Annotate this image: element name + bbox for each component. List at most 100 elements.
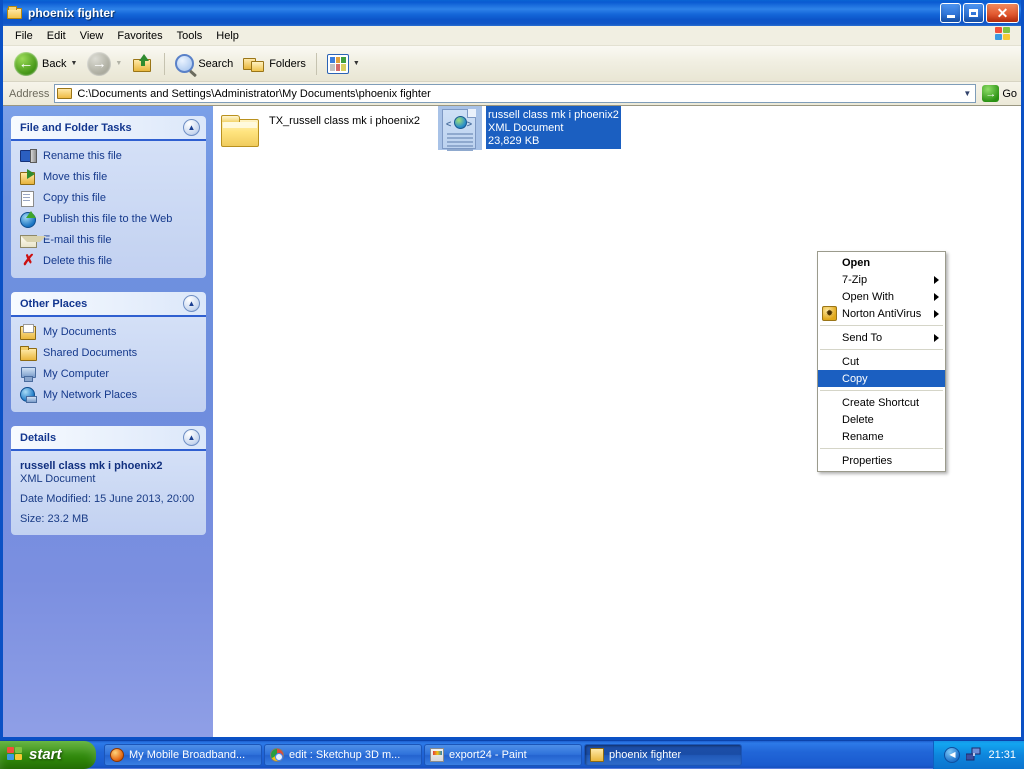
explorer-window: phoenix fighter ✕ File Edit View Favorit… bbox=[0, 0, 1024, 740]
details-date-modified: Date Modified: 15 June 2013, 20:00 bbox=[20, 493, 195, 505]
file-name: russell class mk i phoenix2 bbox=[488, 109, 619, 121]
menu-favorites[interactable]: Favorites bbox=[110, 28, 169, 44]
views-dropdown-icon[interactable]: ▼ bbox=[353, 60, 360, 67]
minimize-button[interactable] bbox=[940, 3, 961, 23]
shared-documents-icon bbox=[20, 345, 37, 361]
context-menu-item-label: 7-Zip bbox=[842, 273, 868, 286]
context-menu-item-properties[interactable]: Properties bbox=[818, 452, 945, 469]
start-button[interactable]: start bbox=[0, 740, 96, 769]
folders-icon bbox=[243, 55, 265, 73]
chevron-left-icon[interactable]: ◀ bbox=[944, 746, 961, 763]
title-bar[interactable]: phoenix fighter ✕ bbox=[3, 0, 1021, 26]
address-path-text: C:\Documents and Settings\Administrator\… bbox=[77, 87, 431, 100]
folder-icon bbox=[590, 747, 604, 762]
forward-button[interactable]: → ▼ bbox=[82, 50, 127, 78]
forward-arrow-icon: → bbox=[87, 51, 112, 76]
chrome-icon bbox=[270, 747, 284, 762]
toolbar-separator-2 bbox=[315, 52, 317, 75]
sidebar-item-publish-this-file-to-the-web[interactable]: Publish this file to the Web bbox=[20, 211, 200, 228]
up-button[interactable] bbox=[127, 50, 159, 78]
back-dropdown-icon[interactable]: ▼ bbox=[70, 60, 77, 67]
forward-dropdown-icon: ▼ bbox=[115, 60, 123, 67]
menu-view[interactable]: View bbox=[73, 28, 111, 44]
context-menu-item-copy[interactable]: Copy bbox=[818, 370, 945, 387]
up-folder-icon bbox=[132, 53, 154, 74]
taskbar-item-label: phoenix fighter bbox=[609, 748, 682, 761]
taskbar-item-label: export24 - Paint bbox=[449, 748, 527, 761]
panel-title: File and Folder Tasks bbox=[20, 121, 132, 134]
my-network-places-icon bbox=[20, 387, 37, 403]
context-menu-item-norton-antivirus[interactable]: ✹ Norton AntiVirus bbox=[818, 305, 945, 322]
taskbar-item-paint[interactable]: export24 - Paint bbox=[424, 743, 582, 766]
network-icon[interactable] bbox=[965, 747, 982, 762]
taskbar-item-my-mobile-broadband[interactable]: My Mobile Broadband... bbox=[104, 743, 262, 766]
file-list-item-folder[interactable]: TX_russell class mk i phoenix2 bbox=[219, 109, 420, 153]
toolbar-separator bbox=[164, 52, 166, 75]
sidebar-item-delete-this-file[interactable]: ✗ Delete this file bbox=[20, 253, 200, 269]
context-menu-separator bbox=[820, 325, 943, 326]
views-icon bbox=[326, 53, 349, 74]
sidebar-item-e-mail-this-file[interactable]: E-mail this file bbox=[20, 232, 200, 248]
panel-details: Details ▲ russell class mk i phoenix2 XM… bbox=[11, 426, 206, 535]
address-bar: Address C:\Documents and Settings\Admini… bbox=[3, 82, 1021, 106]
sidebar-item-my-documents[interactable]: My Documents bbox=[20, 324, 200, 340]
context-menu-item-open[interactable]: Open bbox=[818, 254, 945, 271]
context-menu-item-7-zip[interactable]: 7-Zip bbox=[818, 271, 945, 288]
views-button[interactable]: ▼ bbox=[322, 50, 365, 78]
taskbar-item-phoenix-fighter[interactable]: phoenix fighter bbox=[584, 743, 742, 766]
details-size: Size: 23.2 MB bbox=[20, 513, 89, 525]
menu-help[interactable]: Help bbox=[209, 28, 246, 44]
address-input[interactable]: C:\Documents and Settings\Administrator\… bbox=[54, 84, 977, 103]
context-menu-item-send-to[interactable]: Send To bbox=[818, 329, 945, 346]
panel-header[interactable]: Details ▲ bbox=[11, 426, 206, 451]
sidebar-item-shared-documents[interactable]: Shared Documents bbox=[20, 345, 200, 361]
go-button[interactable]: → Go bbox=[982, 85, 1017, 102]
search-button[interactable]: Search bbox=[170, 50, 238, 78]
chevron-up-icon[interactable]: ▲ bbox=[183, 295, 200, 312]
start-label: start bbox=[29, 746, 62, 763]
address-dropdown-icon[interactable]: ▼ bbox=[959, 85, 975, 102]
xml-document-icon: < > bbox=[438, 106, 482, 151]
file-list-item-xml[interactable]: < > russell class mk i phoenix2 XML Docu… bbox=[438, 106, 621, 151]
context-menu[interactable]: Open 7-Zip Open With ✹ Norton AntiVirus … bbox=[817, 251, 946, 472]
sidebar-item-rename-this-file[interactable]: Rename this file bbox=[20, 148, 200, 164]
chevron-up-icon[interactable]: ▲ bbox=[183, 429, 200, 446]
sidebar-item-my-computer[interactable]: My Computer bbox=[20, 366, 200, 382]
panel-header[interactable]: File and Folder Tasks ▲ bbox=[11, 116, 206, 141]
context-menu-item-open-with[interactable]: Open With bbox=[818, 288, 945, 305]
file-type: XML Document bbox=[488, 122, 564, 134]
panel-body: My Documents Shared Documents My Compute… bbox=[11, 317, 206, 412]
folders-button[interactable]: Folders bbox=[238, 50, 311, 78]
sidebar-item-label: Copy this file bbox=[43, 192, 106, 204]
chevron-up-icon[interactable]: ▲ bbox=[183, 119, 200, 136]
folder-icon bbox=[219, 109, 263, 153]
back-arrow-icon: ← bbox=[14, 51, 38, 76]
taskbar: start My Mobile Broadband... edit : Sket… bbox=[0, 740, 1024, 769]
menu-file[interactable]: File bbox=[8, 28, 40, 44]
sidebar-item-my-network-places[interactable]: My Network Places bbox=[20, 387, 200, 403]
copy-icon bbox=[20, 190, 37, 207]
details-file-type: XML Document bbox=[20, 473, 96, 485]
search-label: Search bbox=[198, 57, 234, 70]
menu-bar: File Edit View Favorites Tools Help bbox=[3, 26, 1021, 46]
context-menu-item-cut[interactable]: Cut bbox=[818, 353, 945, 370]
sidebar-item-copy-this-file[interactable]: Copy this file bbox=[20, 190, 200, 207]
clock[interactable]: 21:31 bbox=[988, 749, 1016, 761]
file-list[interactable]: TX_russell class mk i phoenix2 < > russe… bbox=[213, 106, 1021, 737]
context-menu-item-delete[interactable]: Delete bbox=[818, 411, 945, 428]
taskbar-item-label: edit : Sketchup 3D m... bbox=[289, 748, 401, 761]
maximize-button[interactable] bbox=[963, 3, 984, 23]
menu-edit[interactable]: Edit bbox=[40, 28, 73, 44]
sidebar-item-label: Delete this file bbox=[43, 255, 113, 267]
taskbar-item-sketchup[interactable]: edit : Sketchup 3D m... bbox=[264, 743, 422, 766]
menu-tools[interactable]: Tools bbox=[170, 28, 210, 44]
sidebar-item-move-this-file[interactable]: Move this file bbox=[20, 169, 200, 185]
panel-header[interactable]: Other Places ▲ bbox=[11, 292, 206, 317]
taskbar-item-label: My Mobile Broadband... bbox=[129, 748, 246, 761]
context-menu-item-rename[interactable]: Rename bbox=[818, 428, 945, 445]
address-folder-icon bbox=[57, 87, 73, 100]
close-button[interactable]: ✕ bbox=[986, 3, 1019, 23]
context-menu-item-create-shortcut[interactable]: Create Shortcut bbox=[818, 394, 945, 411]
back-button[interactable]: ← Back ▼ bbox=[9, 50, 82, 78]
context-menu-item-label: Send To bbox=[842, 331, 883, 344]
